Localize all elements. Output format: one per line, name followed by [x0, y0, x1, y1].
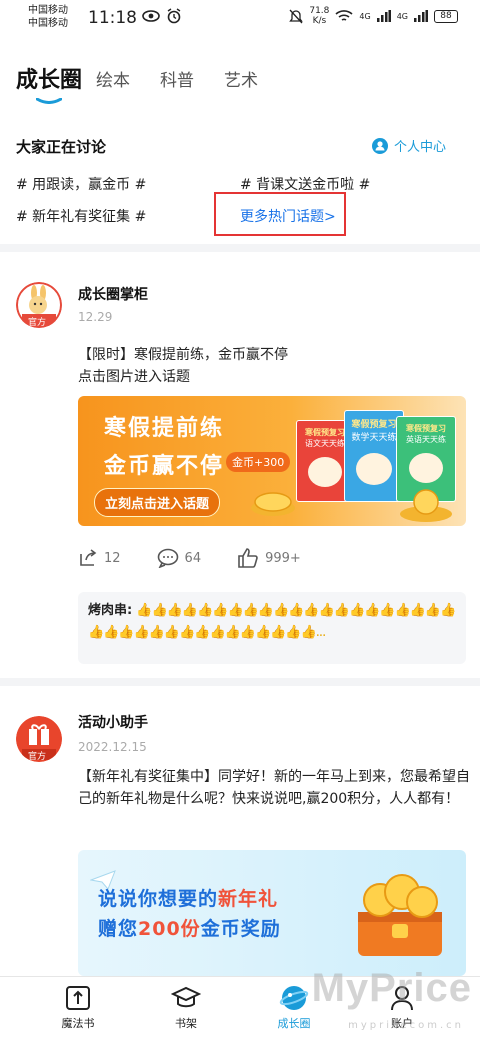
signal-2-icon [414, 10, 428, 22]
tab-picture-books[interactable]: 绘本 [96, 66, 130, 91]
share-count: 12 [104, 550, 121, 566]
post-card-2: 官方 活动小助手 2022.12.15 【新年礼有奖征集中】同学好！新的一年马上… [0, 686, 480, 976]
alarm-icon [167, 8, 181, 24]
banner-line-1-text: 说说你想要的 [98, 888, 219, 910]
banner-headline-1: 寒假提前练 [104, 416, 225, 441]
mute-bell-icon [289, 9, 304, 23]
share-icon [80, 549, 97, 566]
post-text: 【新年礼有奖征集中】同学好！新的一年马上到来，您最希望自己的新年礼物是什么呢？快… [78, 769, 470, 807]
comment-icon [157, 548, 178, 568]
nav-magic-book[interactable]: 魔法书 [38, 983, 118, 1031]
banner-line-2-text-b: 金币奖励 [200, 918, 281, 940]
treasure-chest-icon [358, 874, 442, 956]
like-button[interactable]: 999+ [237, 548, 301, 568]
post-text: 【限时】寒假提前练，金币赢不停 点击图片进入话题 [78, 344, 468, 388]
banner-line-2-text-a: 赠您 [98, 918, 139, 940]
carrier-info: 中国移动 中国移动 [28, 4, 68, 30]
nav-growth-circle-label: 成长圈 [277, 1017, 311, 1030]
user-circle-icon [371, 137, 388, 154]
topic-banner-winter[interactable]: 寒假提前练 金币赢不停 金币+300 立刻点击进入话题 寒假预复习 语文天天练 … [78, 396, 466, 526]
status-right-icons: 71.8 K/s 4G 4G 88 [289, 6, 458, 26]
topic-banner-new-year[interactable]: 说说你想要的新年礼 赠您200份金币奖励 [78, 850, 466, 976]
comment-content: 👍👍👍👍👍👍👍👍👍👍👍👍👍👍👍👍👍👍👍👍👍👍👍👍👍👍👍👍👍👍👍👍👍👍👍👍... [88, 603, 456, 640]
tab-science[interactable]: 科普 [160, 66, 194, 91]
post-date: 2022.12.15 [78, 740, 147, 754]
book-english-title: 寒假预复习 [406, 424, 446, 433]
status-left-icons [142, 8, 182, 24]
nav-bookshelf-label: 书架 [175, 1017, 197, 1030]
book-english-subtitle: 英语天天练 [406, 435, 446, 444]
wifi-icon [335, 10, 353, 21]
comment-count: 64 [184, 550, 202, 566]
more-topics-highlight[interactable]: 更多热门话题> [214, 192, 346, 236]
eye-icon [142, 10, 160, 22]
tab-growth-circle[interactable]: 成长圈 [16, 62, 82, 94]
graduation-cap-icon [171, 986, 201, 1008]
book-illustration [356, 453, 392, 485]
avatar[interactable]: 官方 [16, 282, 62, 328]
signal-1-label: 4G [359, 11, 371, 21]
book-math: 寒假预复习 数学天天练 [344, 410, 404, 502]
discussion-title: 大家正在讨论 [16, 138, 107, 156]
post-author[interactable]: 活动小助手 [78, 712, 148, 732]
discussion-section: 大家正在讨论 个人中心 # 用跟读，赢金币 # # 背课文送金币啦 # # 新年… [0, 120, 480, 244]
planet-icon [279, 986, 309, 1010]
avatar[interactable]: 官方 [16, 716, 62, 762]
carrier-1: 中国移动 [28, 5, 68, 16]
book-math-subtitle: 数学天天练 [351, 433, 397, 443]
book-illustration [308, 457, 342, 487]
nav-bookshelf[interactable]: 书架 [146, 983, 226, 1031]
commenter-name[interactable]: 烤肉串: [88, 603, 132, 618]
banner-line-1: 说说你想要的新年礼 [98, 884, 278, 911]
topic-link-1[interactable]: # 用跟读，赢金币 # [16, 174, 146, 194]
personal-center-link[interactable]: 个人中心 [371, 136, 446, 155]
banner-headline-2: 金币赢不停 [104, 454, 225, 479]
banner-cta-button[interactable]: 立刻点击进入话题 [94, 488, 221, 517]
status-time: 11:18 [88, 8, 137, 28]
banner-line-1-highlight: 新年礼 [218, 888, 279, 910]
net-speed: 71.8 K/s [309, 6, 329, 26]
net-speed-unit: K/s [312, 16, 327, 26]
official-badge: 官方 [28, 318, 47, 328]
personal-center-label: 个人中心 [393, 140, 446, 155]
topic-link-2[interactable]: # 背课文送金币啦 # [240, 174, 370, 194]
post-date: 12.29 [78, 310, 113, 324]
like-count: 999+ [265, 550, 301, 566]
coin-tag: 金币+300 [226, 452, 291, 472]
post-actions: 12 64 999+ [78, 548, 301, 568]
signal-1-icon [376, 10, 391, 22]
post-card-1: 官方 成长圈掌柜 12.29 【限时】寒假提前练，金币赢不停 点击图片进入话题 … [0, 252, 480, 678]
status-bar: 中国移动 中国移动 11:18 71.8 K/s 4G 4G 88 [0, 0, 480, 36]
comment-preview[interactable]: 烤肉串: 👍👍👍👍👍👍👍👍👍👍👍👍👍👍👍👍👍👍👍👍👍👍👍👍👍👍👍👍👍👍👍👍👍👍👍… [78, 592, 466, 664]
carrier-2: 中国移动 [28, 18, 68, 29]
official-badge: 官方 [28, 752, 47, 762]
nav-magic-book-label: 魔法书 [61, 1017, 95, 1030]
book-illustration [409, 453, 443, 483]
gold-coin-icon [251, 492, 295, 516]
battery-icon: 88 [434, 9, 458, 23]
book-math-title: 寒假预复习 [351, 420, 397, 430]
tab-art[interactable]: 艺术 [224, 66, 258, 91]
gold-coin-stack-icon [400, 489, 452, 522]
comment-button[interactable]: 64 [157, 548, 202, 568]
top-tab-bar: 成长圈 绘本 科普 艺术 [0, 36, 480, 120]
topic-link-3[interactable]: # 新年礼有奖征集 # [16, 206, 146, 226]
book-icon [66, 986, 90, 1010]
share-button[interactable]: 12 [78, 548, 121, 568]
more-topics-link[interactable]: 更多热门话题> [240, 206, 336, 226]
net-speed-value: 71.8 [309, 6, 330, 16]
post-text-line-1: 【限时】寒假提前练，金币赢不停 [78, 347, 288, 363]
post-author[interactable]: 成长圈掌柜 [78, 284, 148, 304]
thumbs-up-icon [238, 548, 258, 568]
watermark-logo: MyPrice [311, 966, 472, 1010]
banner-line-2-highlight: 200份 [138, 918, 201, 940]
banner-line-2: 赠您200份金币奖励 [98, 914, 281, 941]
active-tab-indicator [36, 98, 62, 104]
watermark-url: mypricecom.cn [348, 1020, 464, 1031]
post-text-line-2: 点击图片进入话题 [78, 369, 190, 385]
signal-2-label: 4G [396, 11, 408, 21]
